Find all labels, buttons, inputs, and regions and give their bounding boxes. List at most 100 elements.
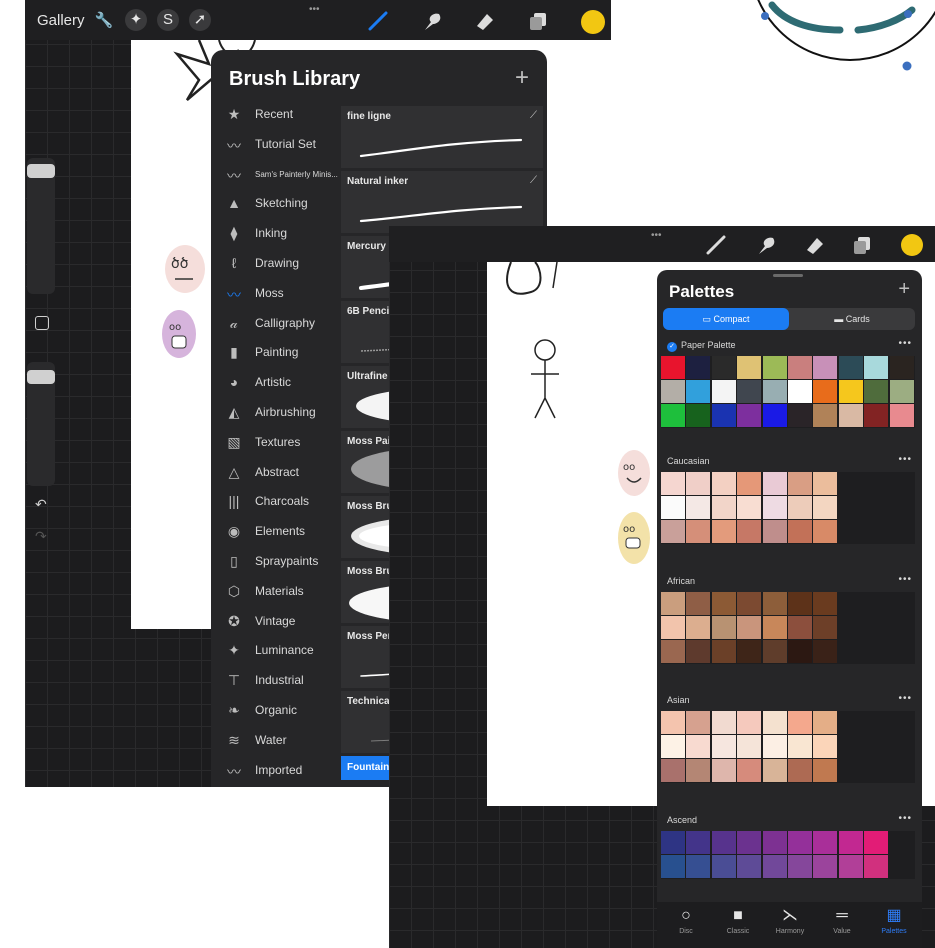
brush-category-item[interactable]: 〰 Imported [219,756,333,785]
smudge-icon[interactable] [421,10,443,32]
color-swatch[interactable] [889,404,914,427]
color-swatch[interactable] [711,404,736,427]
color-swatch[interactable] [711,855,736,878]
color-swatch[interactable] [686,472,711,495]
color-swatch[interactable] [788,520,812,543]
color-swatch[interactable] [762,380,787,403]
color-swatch[interactable] [788,735,812,758]
color-swatch[interactable] [788,592,812,615]
tab-palettes[interactable]: ▦ Palettes [869,906,919,935]
color-swatch[interactable] [788,472,812,495]
tab-compact[interactable]: ▭ Compact [663,308,789,330]
color-swatch[interactable] [762,520,787,543]
color-swatch[interactable] [686,356,711,379]
color-swatch[interactable] [813,380,838,403]
color-swatch[interactable] [737,592,762,615]
color-swatch[interactable] [686,616,711,639]
color-swatch[interactable] [661,711,685,734]
color-swatch[interactable] [762,496,787,519]
color-swatch[interactable] [711,380,736,403]
color-swatch[interactable] [711,759,736,782]
color-swatch[interactable] [711,472,736,495]
brush-category-item[interactable]: ❧ Organic [219,696,333,725]
color-swatch[interactable] [762,616,787,639]
color-swatch[interactable] [813,472,838,495]
color-swatch[interactable] [661,640,685,663]
brush-category-item[interactable]: ◉ Elements [219,517,333,546]
color-swatch[interactable] [737,472,762,495]
color-swatch[interactable] [838,831,863,854]
color-swatch[interactable] [686,592,711,615]
color-swatch[interactable] [737,616,762,639]
brush-category-item[interactable]: ◭ Airbrushing [219,398,333,427]
color-swatch[interactable] [737,380,762,403]
color-swatch[interactable] [864,404,889,427]
color-swatch[interactable] [788,380,812,403]
color-swatch[interactable] [813,520,838,543]
tab-classic[interactable]: ■ Classic [713,906,763,935]
color-swatch[interactable] [813,640,838,663]
color-swatch[interactable] [686,640,711,663]
color-swatch[interactable] [661,356,685,379]
palette-options-button[interactable]: ••• [898,338,912,349]
color-swatch[interactable] [788,616,812,639]
color-swatch[interactable] [813,592,838,615]
color-swatch[interactable] [762,711,787,734]
modify-button[interactable] [35,316,49,330]
color-swatch[interactable] [737,640,762,663]
palette-options-button[interactable]: ••• [898,693,912,704]
add-palette-button[interactable]: + [898,278,910,301]
add-brush-set-button[interactable]: + [515,64,529,92]
color-swatch[interactable] [788,759,812,782]
color-swatch[interactable] [762,855,787,878]
color-swatch[interactable] [889,356,914,379]
smudge-icon[interactable] [755,234,777,256]
tab-harmony[interactable]: ⋋ Harmony [765,906,815,935]
color-swatch[interactable] [813,855,838,878]
color-swatch[interactable] [737,496,762,519]
more-dots[interactable]: ••• [309,4,320,15]
color-swatch[interactable] [762,831,787,854]
brush-category-item[interactable]: △ Abstract [219,458,333,487]
color-swatch[interactable] [661,616,685,639]
color-swatch[interactable] [788,711,812,734]
brush-category-item[interactable]: 𝒶 Calligraphy [219,309,333,338]
palette-name[interactable]: ✓ Paper Palette [667,340,736,352]
current-color-swatch[interactable] [901,234,923,256]
color-swatch[interactable] [813,496,838,519]
color-swatch[interactable] [686,711,711,734]
color-swatch[interactable] [737,855,762,878]
color-swatch[interactable] [838,356,863,379]
palette-options-button[interactable]: ••• [898,813,912,824]
wrench-icon[interactable]: 🔧 [93,10,115,32]
color-swatch[interactable] [813,404,838,427]
color-swatch[interactable] [762,356,787,379]
transform-arrow-icon[interactable]: ➚ [189,9,211,31]
layers-icon[interactable] [527,10,549,32]
color-swatch[interactable] [711,616,736,639]
magic-wand-icon[interactable]: ✦ [125,9,147,31]
color-swatch[interactable] [864,831,889,854]
brush-category-item[interactable]: ▧ Textures [219,428,333,457]
undo-icon[interactable]: ↶ [35,496,47,513]
color-swatch[interactable] [661,855,685,878]
color-swatch[interactable] [711,356,736,379]
color-swatch[interactable] [737,735,762,758]
brush-category-item[interactable]: ◕ Artistic [219,368,333,397]
color-swatch[interactable] [889,380,914,403]
color-swatch[interactable] [813,356,838,379]
color-swatch[interactable] [711,711,736,734]
color-swatch[interactable] [661,831,685,854]
color-swatch[interactable] [661,472,685,495]
palette-options-button[interactable]: ••• [898,454,912,465]
color-swatch[interactable] [711,831,736,854]
brush-category-item[interactable]: ★ Recent [219,100,333,129]
color-swatch[interactable] [737,356,762,379]
brush-category-item[interactable]: ≋ Water [219,726,333,755]
color-swatch[interactable] [813,735,838,758]
brush-item[interactable]: fine ligne ⟋ [341,106,543,168]
color-swatch[interactable] [838,855,863,878]
color-swatch[interactable] [686,496,711,519]
brush-category-item[interactable]: 〰 Moss [219,279,333,308]
color-swatch[interactable] [686,735,711,758]
